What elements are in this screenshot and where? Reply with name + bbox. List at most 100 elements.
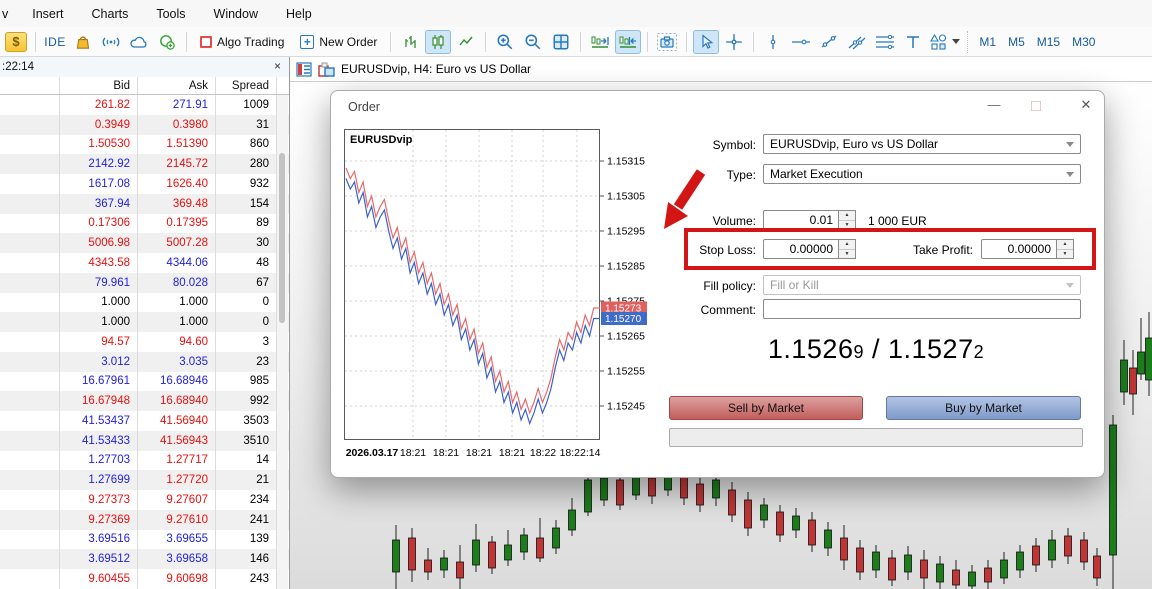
chart-window-icon[interactable]: [318, 62, 335, 77]
symbol-select[interactable]: EURUSDvip, Euro vs US Dollar: [763, 134, 1081, 154]
auto-scroll-button[interactable]: [615, 29, 642, 54]
menu-item-charts[interactable]: Charts: [78, 2, 143, 26]
market-watch-row[interactable]: 79.961 80.028 67: [0, 272, 289, 293]
timeframe-m30-button[interactable]: M30: [1066, 31, 1101, 53]
market-watch-time: :22:14: [2, 61, 34, 73]
market-watch-row[interactable]: 3.69516 3.69655 139: [0, 529, 289, 550]
timeframe-m15-button[interactable]: M15: [1031, 31, 1066, 53]
ask-column-header[interactable]: Ask: [138, 77, 216, 94]
line-chart-mode-button[interactable]: [453, 30, 479, 54]
vertical-line-tool[interactable]: [760, 30, 786, 54]
ask-cell: 9.27607: [138, 490, 216, 510]
bid-column-header[interactable]: Bid: [60, 77, 138, 94]
ide-button[interactable]: IDE: [42, 30, 68, 54]
crosshair-button[interactable]: [721, 30, 747, 54]
zoom-in-button[interactable]: [492, 30, 518, 54]
vps-button[interactable]: [154, 30, 180, 54]
market-watch-row[interactable]: 261.82 271.91 1009: [0, 95, 289, 115]
spread-column-header[interactable]: Spread: [216, 77, 277, 94]
market-watch-row[interactable]: 0.17306 0.17395 89: [0, 213, 289, 234]
shift-end-button[interactable]: [587, 30, 613, 54]
volume-stepper[interactable]: ▲ ▼: [839, 210, 856, 230]
market-watch-row[interactable]: 1.000 1.000 0: [0, 312, 289, 332]
market-watch-row[interactable]: 1.50530 1.51390 860: [0, 134, 289, 155]
market-watch-scrollbar[interactable]: [277, 95, 288, 589]
menu-item-v[interactable]: v: [0, 2, 18, 26]
ask-cell: 1.000: [138, 292, 216, 313]
market-watch-close-icon[interactable]: ×: [274, 59, 281, 73]
spin-down-icon[interactable]: ▼: [1057, 250, 1073, 259]
market-watch-row[interactable]: 16.67961 16.68946 985: [0, 371, 289, 392]
menu-item-tools[interactable]: Tools: [142, 2, 199, 26]
market-watch-row[interactable]: 3.012 3.035 23: [0, 351, 289, 372]
fibonacci-tool[interactable]: [872, 30, 898, 54]
signals-button[interactable]: [98, 30, 124, 54]
market-watch-row[interactable]: 94.57 94.60 3: [0, 332, 289, 352]
cloud-button[interactable]: [126, 30, 152, 54]
market-button[interactable]: [70, 30, 96, 54]
ask-cell: 1626.40: [138, 174, 216, 194]
trendline-tool[interactable]: [816, 30, 842, 54]
timeframe-m5-button[interactable]: M5: [1002, 31, 1031, 53]
minimize-icon[interactable]: —: [979, 97, 1009, 112]
market-watch-row[interactable]: 1.27699 1.27720 21: [0, 470, 289, 490]
algo-trading-label: Algo Trading: [217, 34, 285, 49]
candlestick-mode-button[interactable]: [425, 29, 452, 54]
text-tool[interactable]: [900, 30, 926, 54]
dialog-title: Order: [348, 100, 380, 114]
market-watch-row[interactable]: 41.53437 41.56940 3503: [0, 411, 289, 431]
accounts-button[interactable]: $: [3, 30, 29, 54]
market-watch-row[interactable]: 367.94 369.48 154: [0, 193, 289, 214]
menu-item-help[interactable]: Help: [272, 2, 326, 26]
market-watch-row[interactable]: 16.67948 16.68940 992: [0, 391, 289, 411]
tile-windows-button[interactable]: [548, 30, 574, 54]
market-watch-header: :22:14 ×: [0, 57, 289, 77]
market-watch-row[interactable]: 9.27373 9.27607 234: [0, 490, 289, 510]
market-watch-row[interactable]: 3.69512 3.69658 146: [0, 549, 289, 569]
maximize-icon[interactable]: [1031, 101, 1041, 111]
market-watch-row[interactable]: 2142.92 2145.72 280: [0, 154, 289, 174]
market-watch-row[interactable]: 9.27369 9.27610 241: [0, 509, 289, 530]
spin-up-icon[interactable]: ▲: [839, 211, 855, 221]
type-select[interactable]: Market Execution: [763, 164, 1081, 184]
zoom-out-icon: [525, 33, 541, 49]
chart-list-icon[interactable]: [296, 61, 312, 77]
tile-windows-icon: [553, 34, 569, 49]
take-profit-input[interactable]: [981, 239, 1057, 259]
symbol-column-header[interactable]: [0, 77, 60, 94]
shapes-tool[interactable]: [928, 30, 961, 54]
spin-up-icon[interactable]: ▲: [1057, 240, 1073, 250]
channel-tool[interactable]: [844, 30, 870, 54]
stop-loss-input[interactable]: [763, 239, 839, 259]
zoom-out-button[interactable]: [520, 30, 546, 54]
chart-tab-title[interactable]: EURUSDvip, H4: Euro vs US Dollar: [341, 62, 531, 76]
volume-input[interactable]: [763, 210, 839, 230]
algo-trading-button[interactable]: Algo Trading: [193, 30, 291, 54]
menu-item-window[interactable]: Window: [200, 2, 272, 26]
market-watch-row[interactable]: 1.27703 1.27717 14: [0, 450, 289, 471]
spr-cell: 3503: [216, 411, 277, 431]
market-watch-row[interactable]: 41.53433 41.56943 3510: [0, 430, 289, 451]
menu-item-insert[interactable]: Insert: [18, 2, 77, 26]
spin-down-icon[interactable]: ▼: [839, 221, 855, 230]
market-watch-row[interactable]: 0.3949 0.3980 31: [0, 114, 289, 135]
screenshot-button[interactable]: [654, 30, 680, 54]
new-order-button[interactable]: + New Order: [293, 30, 384, 54]
timeframe-m1-button[interactable]: M1: [973, 31, 1002, 53]
cursor-button[interactable]: [693, 29, 720, 54]
comment-input[interactable]: [763, 299, 1081, 319]
buy-by-market-button[interactable]: Buy by Market: [886, 396, 1081, 420]
take-profit-stepper[interactable]: ▲ ▼: [1057, 239, 1074, 259]
sell-by-market-button[interactable]: Sell by Market: [669, 396, 863, 420]
scrollbar-thumb[interactable]: [279, 153, 285, 323]
market-watch-row[interactable]: 1617.08 1626.40 932: [0, 174, 289, 194]
market-watch-row[interactable]: 1.000 1.000 0: [0, 292, 289, 313]
market-watch-row[interactable]: 9.60455 9.60698 243: [0, 569, 289, 589]
bid-cell: 367.94: [60, 193, 138, 214]
bar-chart-mode-button[interactable]: [397, 30, 423, 54]
horizontal-line-tool[interactable]: [788, 30, 814, 54]
spr-cell: 1009: [216, 95, 277, 115]
close-icon[interactable]: ✕: [1071, 97, 1101, 113]
market-watch-row[interactable]: 5006.98 5007.28 30: [0, 233, 289, 253]
market-watch-row[interactable]: 4343.58 4344.06 48: [0, 253, 289, 273]
